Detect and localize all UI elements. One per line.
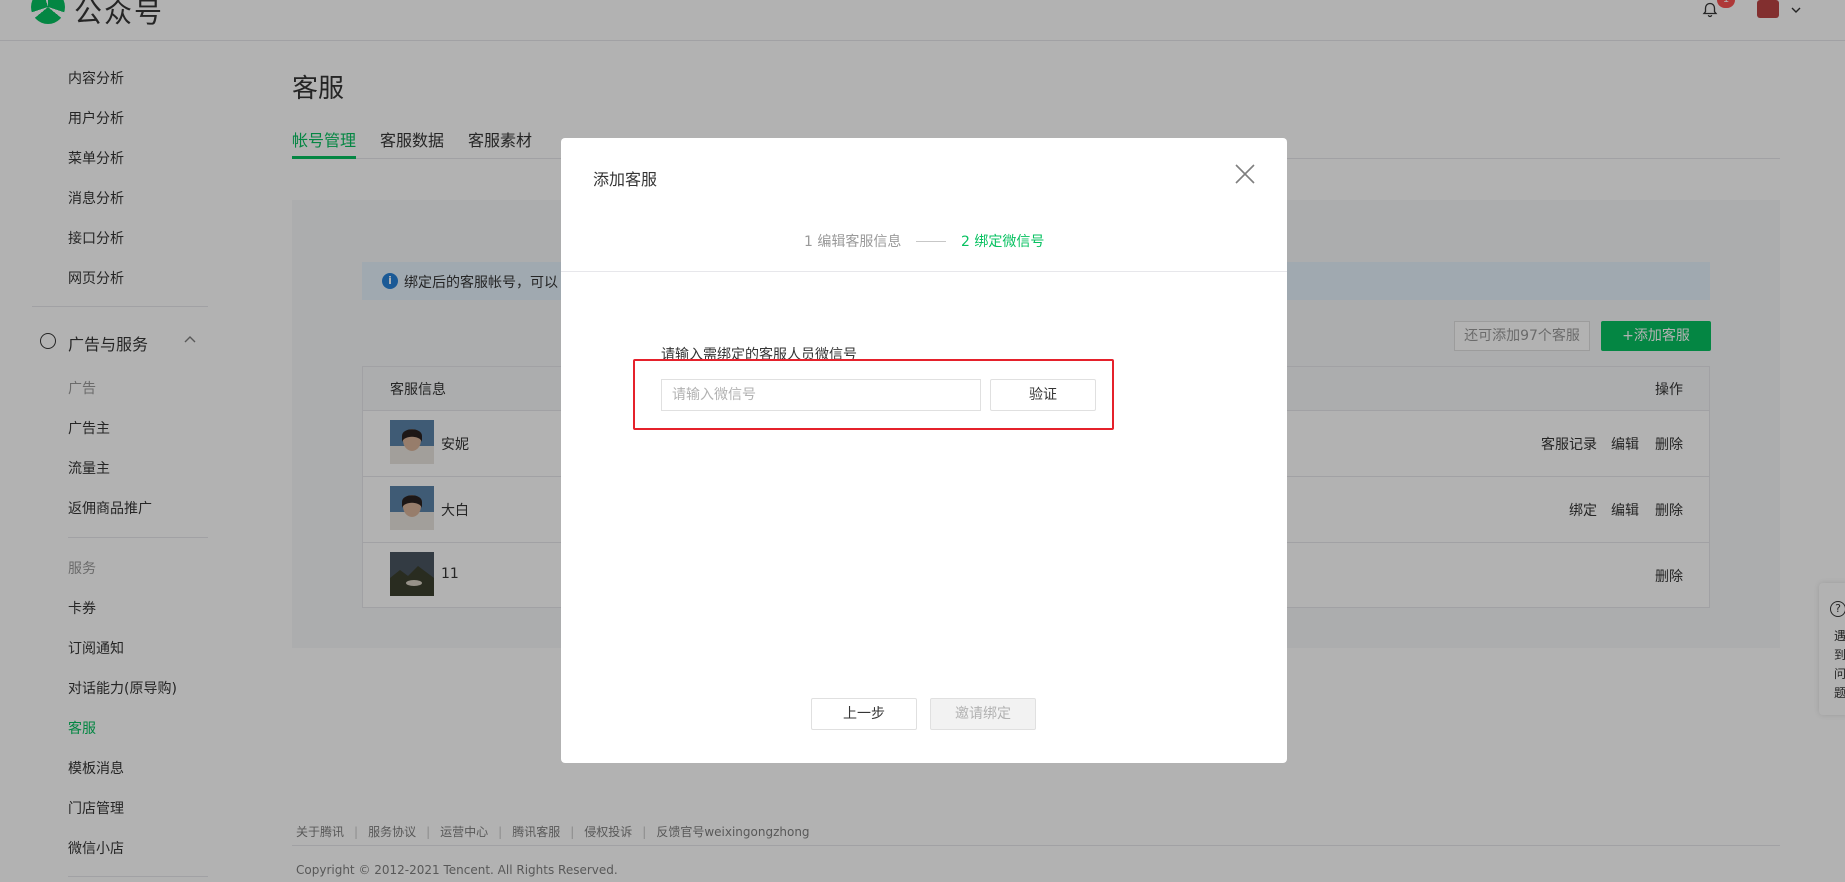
step-bind-wechat: 2 绑定微信号 <box>961 234 1045 250</box>
add-service-dialog <box>561 138 1287 763</box>
dialog-divider <box>561 271 1287 272</box>
step-separator <box>916 241 946 242</box>
close-icon[interactable] <box>1234 163 1256 185</box>
invite-bind-button[interactable]: 邀请绑定 <box>930 698 1036 730</box>
highlight-box <box>633 359 1114 430</box>
dialog-title: 添加客服 <box>593 170 658 189</box>
step-edit-info: 1 编辑客服信息 <box>804 234 902 250</box>
previous-step-button[interactable]: 上一步 <box>811 698 917 730</box>
